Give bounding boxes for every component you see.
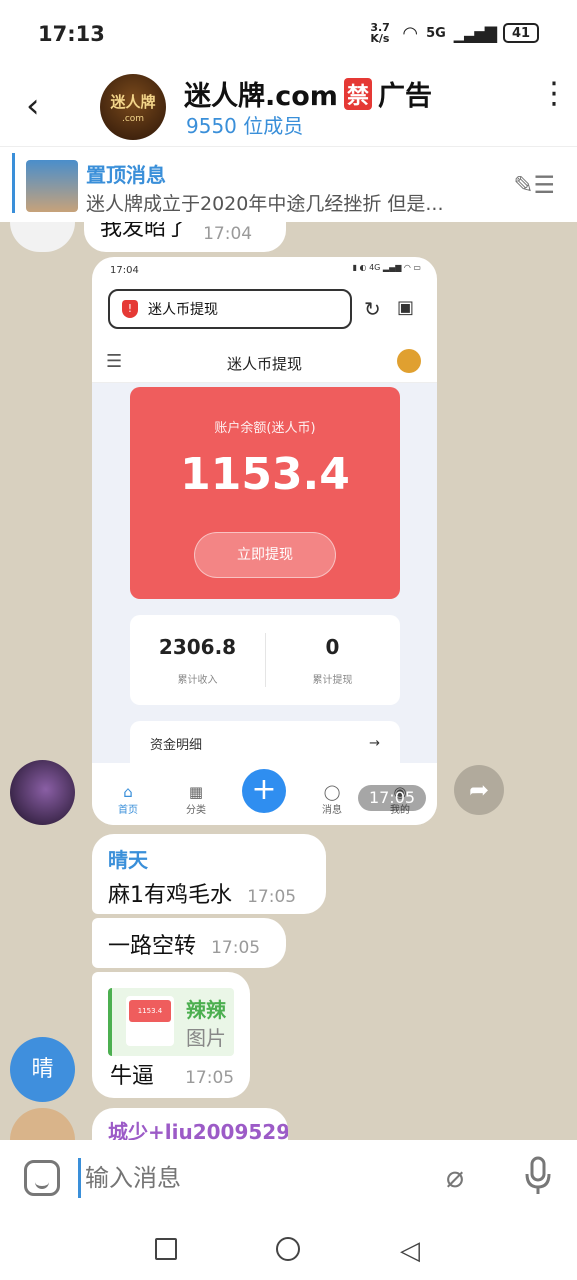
network-speed: 3.7 K/s [370, 21, 390, 45]
message-time: 17:05 [358, 785, 426, 811]
pinned-title: 置顶消息 [86, 163, 166, 187]
back-arrow-icon[interactable]: ‹ [26, 86, 56, 126]
pinned-text: 迷人牌成立于2020年中途几经挫折 但是... [86, 193, 444, 215]
image-message[interactable]: 17:04 ▮ ◐ 4G ▂▄▆ ◠ ▭ ! 迷人币提现 ↻ ▣ ☰ 迷人币提现… [92, 257, 437, 825]
phone-nav-title: 迷人币提现 [226, 355, 302, 373]
message-input-bar: ⌀ [0, 1140, 577, 1214]
balance-value: 1153.4 [180, 449, 350, 500]
sender-name[interactable]: 晴天 [108, 844, 310, 873]
phone-time: 17:04 [110, 265, 139, 276]
avatar[interactable] [10, 222, 75, 252]
message-text: 我发昭了 [100, 222, 189, 241]
group-avatar[interactable]: 迷人牌 .com [100, 74, 166, 140]
message-time: 17:05 [247, 887, 297, 907]
home-icon[interactable] [276, 1237, 300, 1261]
forward-icon[interactable]: ➦ [454, 765, 504, 815]
reply-sender: 辣辣 [186, 998, 226, 1022]
message-time: 17:05 [211, 938, 261, 958]
back-triangle-icon[interactable]: ◁ [400, 1236, 420, 1266]
group-name: 迷人牌.com [184, 81, 338, 112]
pin-indicator [12, 153, 15, 213]
reply-preview[interactable]: 1153.4 辣辣 图片 [108, 988, 234, 1056]
wifi-icon: ◠ [402, 22, 419, 44]
balance-card: 账户余额(迷人币) 1153.4 立即提现 [130, 387, 400, 599]
system-navbar: ◁ [0, 1214, 577, 1280]
plus-icon: + [242, 769, 286, 813]
pinned-message[interactable]: 置顶消息 迷人牌成立于2020年中途几经挫折 但是... ✎☰ [0, 146, 577, 222]
reply-thumbnail-value: 1153.4 [129, 1000, 171, 1022]
status-time: 17:13 [38, 22, 105, 46]
withdraw-button: 立即提现 [194, 532, 336, 578]
more-menu-icon[interactable]: ⋮ [539, 79, 569, 109]
status-icons: 3.7 K/s ◠ 5G ▁▃▅▇ 41 [370, 22, 539, 44]
sticker-icon[interactable] [24, 1160, 60, 1196]
home-icon: ⌂ [123, 783, 133, 801]
message-bubble[interactable]: 城少+liu2009529 [92, 1108, 288, 1140]
tab-label: 分类 [186, 805, 206, 816]
pinned-thumbnail [26, 160, 78, 212]
signal-icon: ▁▃▅▇ [453, 23, 497, 43]
url-label: 迷人币提现 [148, 302, 218, 318]
network-type: 5G [426, 25, 446, 41]
chat-icon: ◯ [323, 783, 341, 801]
member-count: 9550 位成员 [186, 114, 304, 138]
message-input[interactable] [78, 1158, 418, 1198]
stat-withdraw-value: 0 [325, 635, 340, 659]
message-time: 17:05 [185, 1068, 235, 1088]
stat-withdraw-label: 累计提现 [312, 675, 353, 686]
avatar[interactable]: 晴 [10, 1037, 75, 1102]
stat-income-value: 2306.8 [158, 635, 237, 659]
tab-label: 消息 [322, 805, 342, 816]
message-bubble[interactable]: 我发昭了 17:04 [84, 222, 286, 252]
shield-icon: ! [122, 300, 138, 318]
recents-icon[interactable] [155, 1238, 177, 1260]
stats-card: 2306.8 累计收入 0 累计提现 [130, 615, 400, 705]
pin-list-icon[interactable]: ✎☰ [513, 171, 555, 199]
avatar-subtext: .com [121, 113, 145, 124]
stat-withdraw: 0 累计提现 [265, 635, 400, 686]
fund-detail-label: 资金明细 [150, 737, 203, 753]
tab-messages: ◯ 消息 [312, 783, 352, 816]
reply-thumbnail: 1153.4 [126, 996, 174, 1046]
message-content: 牛逼 17:05 [110, 1058, 234, 1090]
phone-navbar: ☰ 迷人币提现 [92, 343, 437, 383]
message-text: 牛逼 [110, 1064, 155, 1089]
arrow-right-icon: → [369, 735, 380, 751]
grid-icon: ▦ [188, 783, 204, 801]
tab-label: 首页 [118, 805, 138, 816]
phone-url-bar: ! 迷人币提现 [108, 289, 352, 329]
message-bubble[interactable]: 晴天 麻1有鸡毛水 17:05 [92, 834, 326, 914]
attach-icon[interactable]: ⌀ [446, 1160, 464, 1195]
avatar-text: 迷人牌 [110, 92, 156, 111]
phone-status-icons: ▮ ◐ 4G ▂▄▆ ◠ ▭ [352, 263, 421, 272]
stat-income: 2306.8 累计收入 [130, 635, 265, 686]
message-text: 一路空转 [108, 934, 197, 959]
sender-name[interactable]: 城少+liu2009529 [108, 1116, 288, 1140]
balance-label: 账户余额(迷人币) [214, 421, 316, 436]
fund-detail-row: 资金明细 → [130, 721, 400, 765]
ban-badge: 禁 [343, 77, 372, 110]
reload-icon: ↻ [364, 297, 381, 321]
reply-text: 图片 [186, 1026, 226, 1050]
phone-avatar [397, 349, 421, 373]
avatar[interactable] [10, 760, 75, 825]
group-title[interactable]: 迷人牌.com 禁 广告 [184, 74, 432, 113]
tab-home: ⌂ 首页 [108, 783, 148, 816]
message-time: 17:04 [203, 224, 253, 244]
status-bar: 17:13 3.7 K/s ◠ 5G ▁▃▅▇ 41 [0, 0, 577, 66]
message-text: 麻1有鸡毛水 [108, 883, 232, 908]
microphone-icon[interactable] [524, 1156, 552, 1196]
ad-label: 广告 [377, 81, 432, 112]
message-bubble[interactable]: 一路空转 17:05 [92, 918, 286, 968]
tab-category: ▦ 分类 [176, 783, 216, 816]
battery-icon: 41 [503, 23, 539, 43]
chat-header: ‹ 迷人牌 .com 迷人牌.com 禁 广告 9550 位成员 ⋮ [0, 66, 577, 146]
stat-income-label: 累计收入 [177, 675, 218, 686]
briefcase-icon: ▣ [397, 297, 415, 318]
